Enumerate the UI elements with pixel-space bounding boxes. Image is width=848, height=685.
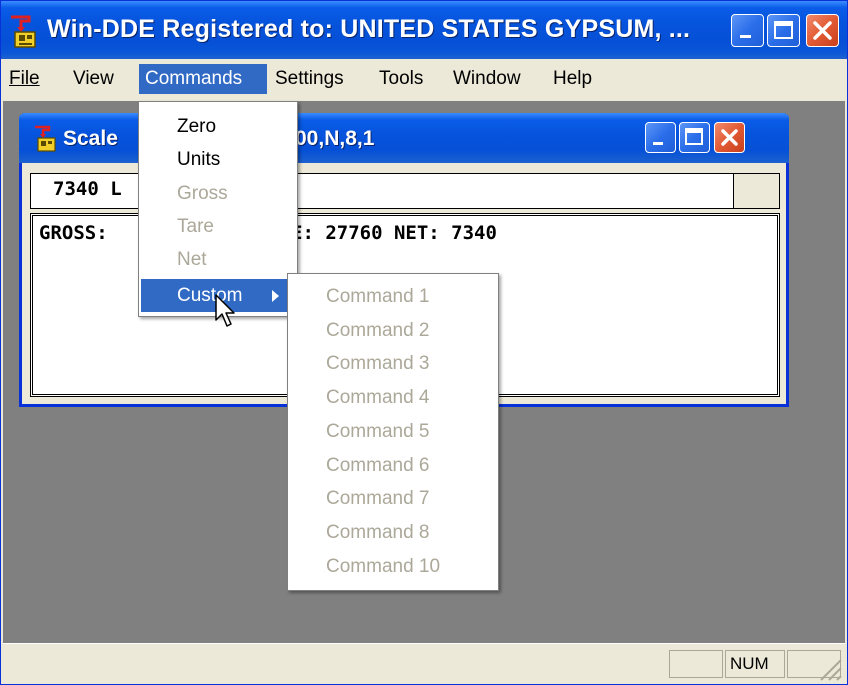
child-title-right: 00,N,8,1 <box>295 127 375 150</box>
close-icon <box>721 129 738 146</box>
submenu-item-label: Command 5 <box>326 421 430 442</box>
menu-window[interactable]: Window <box>447 64 527 94</box>
submenu-item-command-7[interactable]: Command 7 <box>288 482 498 516</box>
window-title: Win-DDE Registered to: UNITED STATES GYP… <box>47 15 691 43</box>
menu-item-tare[interactable]: Tare <box>141 210 295 243</box>
menu-tools-label: Tools <box>379 68 424 89</box>
submenu-item-command-3[interactable]: Command 3 <box>288 347 498 381</box>
menu-item-gross[interactable]: Gross <box>141 177 295 210</box>
status-pane-num: NUM <box>725 650 785 678</box>
menu-item-net[interactable]: Net <box>141 243 295 276</box>
submenu-item-command-6[interactable]: Command 6 <box>288 449 498 483</box>
close-icon <box>813 21 832 40</box>
num-indicator: NUM <box>730 654 769 673</box>
menu-commands-label: Commands <box>145 68 243 89</box>
title-bar[interactable]: Win-DDE Registered to: UNITED STATES GYP… <box>1 1 847 59</box>
maximize-button[interactable] <box>767 14 800 47</box>
submenu-item-label: Command 7 <box>326 488 430 509</box>
submenu-item-label: Command 4 <box>326 387 430 408</box>
menu-window-label: Window <box>453 68 521 89</box>
weight-readout: 7340 L <box>53 178 122 200</box>
submenu-item-command-5[interactable]: Command 5 <box>288 415 498 449</box>
submenu-item-command-2[interactable]: Command 2 <box>288 314 498 348</box>
minimize-icon <box>740 35 751 38</box>
submenu-item-label: Command 2 <box>326 320 430 341</box>
minimize-button[interactable] <box>731 14 764 47</box>
child-title-left: Scale <box>63 127 118 150</box>
menu-settings-label: Settings <box>275 68 344 89</box>
menu-bar: File View Commands Settings Tools Window… <box>1 59 847 101</box>
menu-item-gross-label: Gross <box>177 183 228 204</box>
menu-commands[interactable]: Commands <box>139 64 267 94</box>
child-maximize-button[interactable] <box>679 122 710 153</box>
menu-item-zero[interactable]: Zero <box>141 110 295 143</box>
menu-help[interactable]: Help <box>547 64 598 94</box>
data-line-left: GROSS: <box>39 222 108 244</box>
resize-grip-icon[interactable] <box>815 654 843 682</box>
close-button[interactable] <box>806 14 839 47</box>
commands-dropdown-menu: Zero Units Gross Tare Net Custom <box>138 101 298 317</box>
submenu-item-command-4[interactable]: Command 4 <box>288 381 498 415</box>
child-app-icon <box>35 125 56 152</box>
submenu-item-label: Command 6 <box>326 455 430 476</box>
maximize-icon <box>774 21 793 39</box>
menu-help-label: Help <box>553 68 593 89</box>
status-bar: NUM <box>3 643 845 684</box>
submenu-item-label: Command 10 <box>326 556 441 577</box>
app-icon <box>11 15 36 48</box>
submenu-item-label: Command 8 <box>326 522 430 543</box>
submenu-item-command-10[interactable]: Command 10 <box>288 550 498 584</box>
menu-item-units[interactable]: Units <box>141 143 295 176</box>
maximize-icon <box>685 128 703 145</box>
submenu-item-label: Command 1 <box>326 286 430 307</box>
menu-view[interactable]: View <box>67 64 120 94</box>
menu-tools[interactable]: Tools <box>373 64 429 94</box>
status-pane-caps <box>669 650 723 678</box>
child-close-button[interactable] <box>714 122 745 153</box>
menu-file-label: File <box>9 68 40 89</box>
menu-item-zero-label: Zero <box>177 116 217 137</box>
menu-view-label: View <box>73 68 114 89</box>
custom-submenu: Command 1 Command 2 Command 3 Command 4 … <box>287 273 499 591</box>
menu-item-net-label: Net <box>177 249 207 270</box>
child-title-bar[interactable]: Scale 00,N,8,1 <box>19 113 789 163</box>
menu-item-units-label: Units <box>177 149 221 170</box>
minimize-icon <box>653 142 663 145</box>
main-window: Win-DDE Registered to: UNITED STATES GYP… <box>0 0 848 685</box>
mouse-cursor-icon <box>215 294 235 327</box>
submenu-arrow-icon <box>272 290 279 302</box>
submenu-item-command-8[interactable]: Command 8 <box>288 516 498 550</box>
child-minimize-button[interactable] <box>645 122 676 153</box>
menu-file[interactable]: File <box>3 64 46 94</box>
menu-item-tare-label: Tare <box>177 216 214 237</box>
data-line-right: E: 27760 NET: 7340 <box>291 222 497 244</box>
submenu-item-command-1[interactable]: Command 1 <box>288 280 498 314</box>
menu-settings[interactable]: Settings <box>269 64 350 94</box>
submenu-item-label: Command 3 <box>326 353 430 374</box>
weight-status-box <box>733 174 779 208</box>
